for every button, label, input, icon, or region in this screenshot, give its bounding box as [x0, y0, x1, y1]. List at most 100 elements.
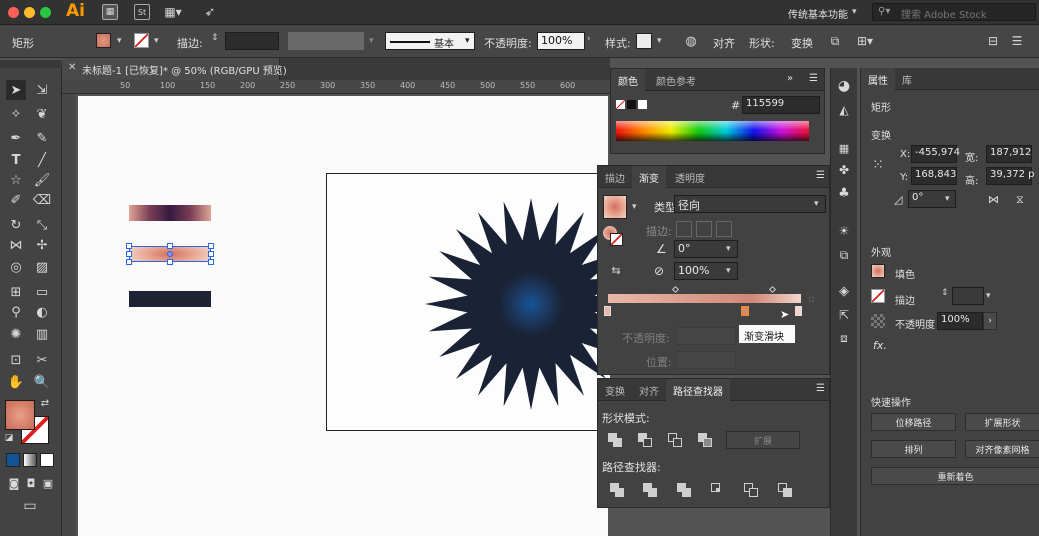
tab-color[interactable]: 颜色: [611, 69, 645, 91]
chevron-down-icon[interactable]: ▾: [369, 36, 374, 46]
resize-handle[interactable]: [126, 243, 132, 249]
offset-path-button[interactable]: 位移路径: [871, 413, 956, 431]
document-tab[interactable]: ✕ 未标题-1 [已恢复]* @ 50% (RGB/GPU 预览): [62, 58, 287, 80]
select-similar-icon[interactable]: ⊞▾: [852, 33, 878, 49]
artboards-icon[interactable]: ⧈: [834, 328, 854, 348]
chevron-down-icon[interactable]: ▾: [726, 244, 731, 254]
tab-properties[interactable]: 属性: [861, 68, 895, 90]
panel-grip[interactable]: [0, 60, 62, 68]
curvature-tool-icon[interactable]: ✎: [32, 128, 52, 148]
pen-tool-icon[interactable]: ✒: [6, 128, 26, 148]
eyedropper-tool-icon[interactable]: ⚲: [6, 302, 26, 322]
chevron-down-icon[interactable]: ▾: [657, 36, 662, 46]
recolor-artwork-icon[interactable]: ◍: [683, 33, 699, 49]
bridge-icon[interactable]: ▦: [102, 4, 118, 20]
shaper-tool-icon[interactable]: ✐: [6, 190, 26, 210]
stroke-swatch[interactable]: [134, 33, 149, 48]
color-stop-selected[interactable]: [741, 306, 749, 316]
resize-handle[interactable]: [208, 259, 214, 265]
variable-width-profile[interactable]: [288, 32, 364, 50]
tab-library[interactable]: 库: [895, 68, 919, 90]
symbols-icon[interactable]: ♣: [834, 183, 854, 203]
gradient-tool-icon[interactable]: ▭: [32, 282, 52, 302]
gradient-rectangle-1[interactable]: [129, 205, 211, 221]
color-panel-icon[interactable]: ◕: [834, 76, 854, 96]
exclude-icon[interactable]: [698, 433, 712, 447]
shape-builder-tool-icon[interactable]: ◎: [6, 257, 26, 277]
chevron-down-icon[interactable]: ▾: [154, 36, 159, 46]
lasso-tool-icon[interactable]: ❦: [32, 104, 52, 124]
flip-horizontal-icon[interactable]: ⋈: [988, 193, 999, 206]
magic-wand-tool-icon[interactable]: ✧: [6, 104, 26, 124]
export-icon[interactable]: ⇱: [834, 305, 854, 325]
selection-tool-icon[interactable]: ➤: [6, 80, 26, 100]
flip-vertical-icon[interactable]: ⧖: [1016, 193, 1024, 207]
position-field[interactable]: [676, 351, 736, 369]
column-graph-tool-icon[interactable]: ▥: [32, 324, 52, 344]
intersect-icon[interactable]: [668, 433, 682, 447]
stroke-weight-field[interactable]: [225, 32, 279, 50]
artboard-tool-icon[interactable]: ⊡: [6, 350, 26, 370]
tab-stroke[interactable]: 描边: [598, 166, 632, 188]
tab-transform[interactable]: 变换: [598, 379, 632, 401]
stroke-gradient-icon[interactable]: [610, 233, 623, 246]
blend-tool-icon[interactable]: ◐: [32, 302, 52, 322]
fill-color-swatch-front[interactable]: [5, 400, 35, 430]
fill-swatch[interactable]: [871, 264, 885, 278]
chevron-right-icon[interactable]: ›: [983, 312, 997, 330]
stroke-weight-stepper[interactable]: ⇕: [941, 288, 949, 298]
dark-rectangle[interactable]: [129, 291, 211, 307]
unite-icon[interactable]: [608, 433, 622, 447]
panel-menu-icon[interactable]: ☰: [816, 170, 825, 181]
chevron-down-icon[interactable]: ▾: [632, 202, 637, 212]
swatches-icon[interactable]: ▦: [834, 138, 854, 158]
perspective-grid-tool-icon[interactable]: ▨: [32, 257, 52, 277]
minus-front-icon[interactable]: [638, 433, 652, 447]
stroke-along-icon[interactable]: [696, 221, 712, 237]
type-tool-icon[interactable]: T: [6, 150, 26, 170]
screen-mode-icon[interactable]: ▭: [18, 496, 42, 516]
chevron-down-icon[interactable]: ▾: [726, 266, 731, 276]
tab-gradient[interactable]: 渐变: [632, 166, 666, 188]
gradient-thumbnail[interactable]: [603, 195, 627, 219]
close-window-button[interactable]: [8, 7, 19, 18]
fill-swatch[interactable]: [96, 33, 111, 48]
default-colors-icon[interactable]: ◪: [3, 432, 15, 444]
stroke-swatch[interactable]: [871, 289, 885, 303]
color-stop-end[interactable]: [795, 306, 802, 316]
crop-icon[interactable]: [711, 483, 725, 497]
resize-handle[interactable]: [126, 251, 132, 257]
width-tool-icon[interactable]: ⋈: [6, 235, 26, 255]
midpoint-diamond[interactable]: [768, 285, 777, 294]
stock-search-field[interactable]: ⚲▾ 搜索 Adobe Stock: [872, 3, 1036, 21]
scale-tool-icon[interactable]: ⤡: [32, 215, 52, 235]
white-swatch[interactable]: [638, 100, 647, 109]
slice-tool-icon[interactable]: ✂: [32, 350, 52, 370]
minimize-window-button[interactable]: [24, 7, 35, 18]
document-setup-icon[interactable]: ⊟: [985, 33, 1001, 49]
expand-shape-button[interactable]: 扩展形状: [965, 413, 1039, 431]
expand-button[interactable]: 扩展: [726, 431, 800, 449]
transform-link[interactable]: 变换: [791, 35, 813, 51]
outline-icon[interactable]: [744, 483, 758, 497]
color-stop-start[interactable]: [604, 306, 611, 316]
opacity-field[interactable]: 100%: [937, 312, 983, 330]
opacity-field[interactable]: [676, 327, 736, 345]
hex-input[interactable]: 115599: [742, 96, 820, 114]
line-tool-icon[interactable]: ╱: [32, 150, 52, 170]
graphic-style-swatch[interactable]: [636, 33, 652, 49]
stock-icon[interactable]: St: [134, 4, 150, 20]
gradient-mode-icon[interactable]: [23, 453, 37, 467]
paintbrush-tool-icon[interactable]: 🖌: [32, 170, 52, 190]
canvas-area[interactable]: [76, 94, 610, 536]
align-pixel-grid-button[interactable]: 对齐像素网格: [965, 440, 1039, 458]
appearance-icon[interactable]: ⧉: [834, 245, 854, 265]
chevron-down-icon[interactable]: ▾: [465, 36, 470, 46]
direct-selection-tool-icon[interactable]: ⇲: [32, 80, 52, 100]
send-icon[interactable]: ➶: [202, 4, 218, 20]
eraser-tool-icon[interactable]: ⌫: [32, 190, 52, 210]
symbol-sprayer-tool-icon[interactable]: ✺: [6, 324, 26, 344]
delete-stop-icon[interactable]: ▫: [808, 294, 815, 305]
gradient-slider[interactable]: [608, 294, 801, 303]
y-field[interactable]: 168,843: [911, 167, 957, 185]
